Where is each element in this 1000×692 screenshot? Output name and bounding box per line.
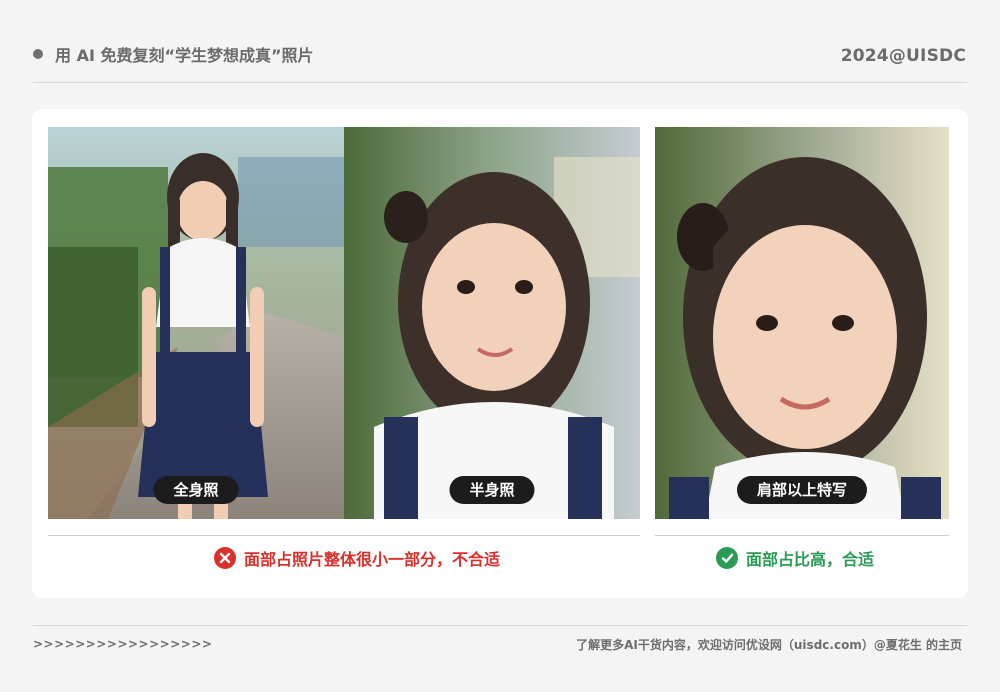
close-up-photo-illustration: [655, 127, 949, 519]
brand-mark: 2024@UISDC: [840, 46, 966, 66]
photo-label-full-body: 全身照: [153, 476, 239, 504]
photo-half-body: 半身照: [344, 127, 640, 519]
photo-close-up: 肩部以上特写: [655, 127, 949, 519]
verdict-unsuitable: 面部占照片整体很小一部分，不合适: [214, 546, 500, 570]
half-body-photo-illustration: [344, 127, 640, 519]
photo-label-half-body: 半身照: [449, 476, 535, 504]
footer-arrows: >>>>>>>>>>>>>>>>>: [33, 637, 213, 651]
full-body-photo-illustration: [48, 127, 344, 519]
footer-divider: [33, 625, 967, 626]
verdict-suitable: 面部占比高，合适: [716, 546, 874, 570]
comparison-card: 全身照 半身照 肩部以上特写 面部占照片整体很小一部分，不合适 面部占比高，合适: [32, 109, 968, 598]
bullet-dot-icon: [33, 49, 43, 59]
header-divider: [33, 82, 967, 83]
verdict-unsuitable-text: 面部占照片整体很小一部分，不合适: [244, 550, 501, 569]
cross-icon: [214, 547, 236, 569]
check-icon: [716, 547, 738, 569]
page-title: 用 AI 免费复刻“学生梦想成真”照片: [55, 46, 314, 65]
left-group-divider: [48, 535, 640, 536]
photo-label-close-up: 肩部以上特写: [736, 476, 868, 504]
right-group-divider: [655, 535, 949, 536]
footer-credit: 了解更多AI干货内容，欢迎访问优设网（uisdc.com）@夏花生 的主页: [576, 638, 962, 652]
photo-full-body: 全身照: [48, 127, 344, 519]
page-header: 用 AI 免费复刻“学生梦想成真”照片: [33, 42, 314, 66]
verdict-suitable-text: 面部占比高，合适: [746, 550, 875, 569]
